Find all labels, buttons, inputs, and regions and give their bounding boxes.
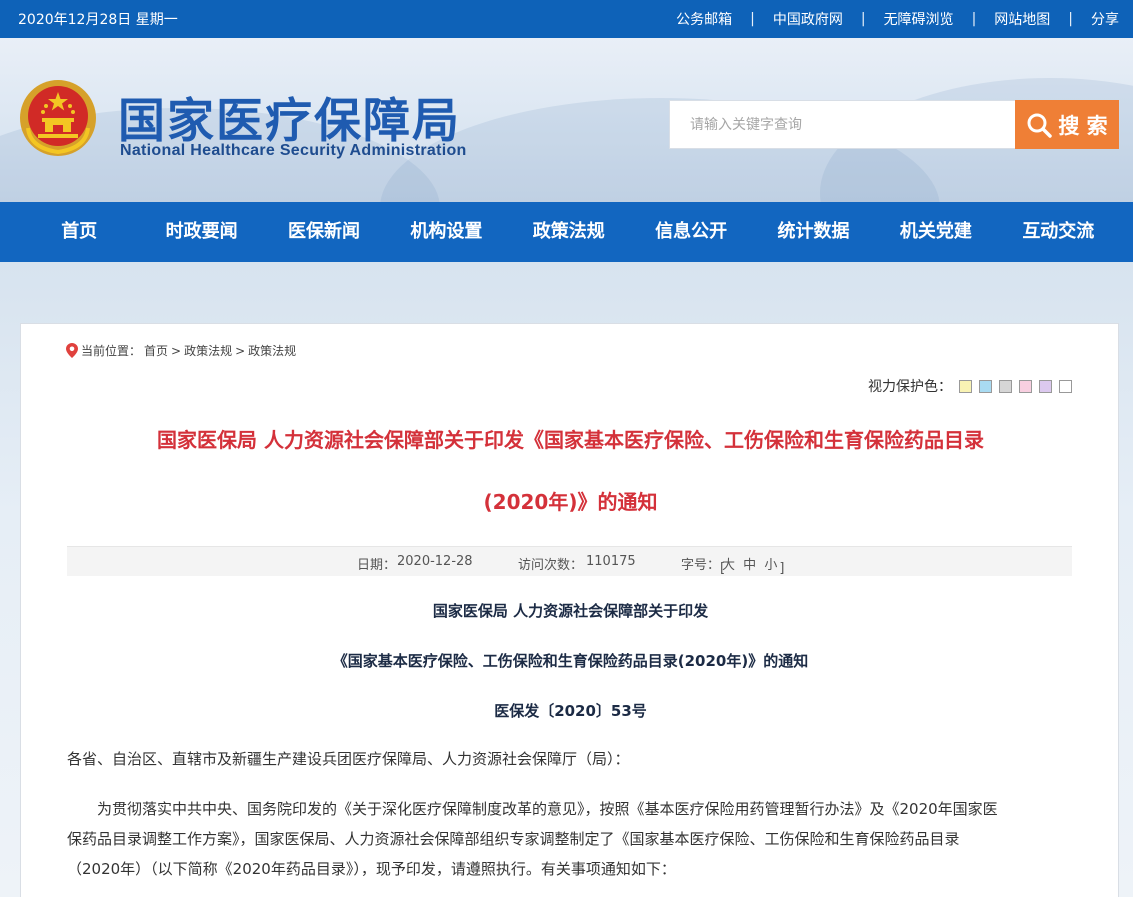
search-button-label: 搜 索 [1058,113,1108,138]
link-site-map[interactable]: 网站地图 [994,9,1050,29]
separator: | [1068,11,1073,27]
search-bar: 搜 索 [669,100,1119,149]
search-input[interactable] [669,100,1015,149]
site-title-en: National Healthcare Security Administrat… [120,142,467,159]
article-title-line2: (2020年)》的通知 [483,490,658,514]
site-title-cn: 国家医疗保障局 [118,94,461,149]
link-share[interactable]: 分享 [1091,9,1119,29]
search-icon [1027,113,1053,138]
document-number: 医保发〔2020〕53号 [494,702,647,720]
breadcrumb-separator: > [235,343,246,358]
current-date: 2020年12月28日 星期一 [18,12,178,28]
date-label: 日期： [357,558,397,573]
breadcrumb-policies-sub[interactable]: 政策法规 [248,342,296,359]
salutation: 各省、自治区、直辖市及新疆生产建设兵团医疗保障局、人力资源社会保障厅（局）： [67,750,630,768]
breadcrumb: 当前位置： 首页 > 政策法规 > 政策法规 [66,342,296,359]
article-meta: 日期： 2020-12-28 访问次数： 110175 字号： [ 大 中 小 … [67,546,1072,576]
nav-item-party[interactable]: 机关党建 [875,202,997,262]
breadcrumb-home[interactable]: 首页 [144,342,168,359]
eye-protect-label: 视力保护色： [868,379,952,395]
views-label: 访问次数： [518,558,584,573]
color-swatch-yellow[interactable] [959,379,972,393]
nav-item-interaction[interactable]: 互动交流 [997,202,1119,262]
top-bar: 2020年12月28日 星期一 公务邮箱 | 中国政府网 | 无障碍浏览 | 网… [0,0,1133,38]
article-date: 2020-12-28 [397,554,473,569]
nav-item-organization[interactable]: 机构设置 [385,202,507,262]
color-swatch-gray[interactable] [999,379,1012,393]
color-swatch-blue[interactable] [979,379,992,393]
color-swatch-pink[interactable] [1019,379,1032,393]
nav-item-news[interactable]: 时政要闻 [140,202,262,262]
body-line-3: （2020年）（以下简称《2020年药品目录》），现予印发，请遵照执行。有关事项… [67,860,676,878]
article-title-line1: 国家医保局 人力资源社会保障部关于印发《国家基本医疗保险、工伤保险和生育保险药品… [157,428,984,452]
breadcrumb-separator: > [171,343,182,358]
location-pin-icon [66,343,78,358]
color-swatch-purple[interactable] [1039,379,1052,393]
link-gov-cn[interactable]: 中国政府网 [773,9,843,29]
font-size-medium[interactable]: 中 [743,558,756,573]
body-line-2: 保药品目录调整工作方案》，国家医保局、人力资源社会保障部组织专家调整制定了《国家… [67,830,960,848]
subhead-line1: 国家医保局 人力资源社会保障部关于印发 [432,602,709,620]
views-count: 110175 [586,554,636,569]
nav-item-statistics[interactable]: 统计数据 [752,202,874,262]
font-size-controls: [ 大 中 小 ] [720,558,785,576]
eye-protect-colors: 视力保护色： [868,376,1072,396]
separator: | [750,11,755,27]
header-banner: 国家医疗保障局 National Healthcare Security Adm… [0,38,1133,202]
main-nav: 首页 时政要闻 医保新闻 机构设置 政策法规 信息公开 统计数据 机关党建 互动… [0,202,1133,262]
separator: | [971,11,977,27]
breadcrumb-label: 当前位置： [81,344,142,358]
font-size-label: 字号： [681,558,721,573]
subhead-line2: 《国家基本医疗保险、工伤保险和生育保险药品目录(2020年)》的通知 [332,652,809,670]
nav-item-policies[interactable]: 政策法规 [508,202,630,262]
font-size-small[interactable]: 小 [764,558,777,573]
nav-item-disclosure[interactable]: 信息公开 [630,202,752,262]
breadcrumb-policies[interactable]: 政策法规 [184,342,232,359]
body-line-1: 为贯彻落实中共中央、国务院印发的《关于深化医疗保障制度改革的意见》，按照《基本医… [97,800,998,818]
search-button[interactable]: 搜 索 [1015,100,1119,149]
national-emblem-icon [20,80,96,156]
top-links: 公务邮箱 | 中国政府网 | 无障碍浏览 | 网站地图 | 分享 [676,9,1119,29]
nav-item-healthcare-news[interactable]: 医保新闻 [263,202,385,262]
nav-item-home[interactable]: 首页 [18,202,140,262]
link-official-mail[interactable]: 公务邮箱 [676,9,732,29]
color-swatch-white[interactable] [1059,379,1072,393]
link-accessibility[interactable]: 无障碍浏览 [884,9,954,29]
article-card: 当前位置： 首页 > 政策法规 > 政策法规 视力保护色： 国家医保局 人力资源… [20,323,1119,897]
separator: | [860,11,866,27]
